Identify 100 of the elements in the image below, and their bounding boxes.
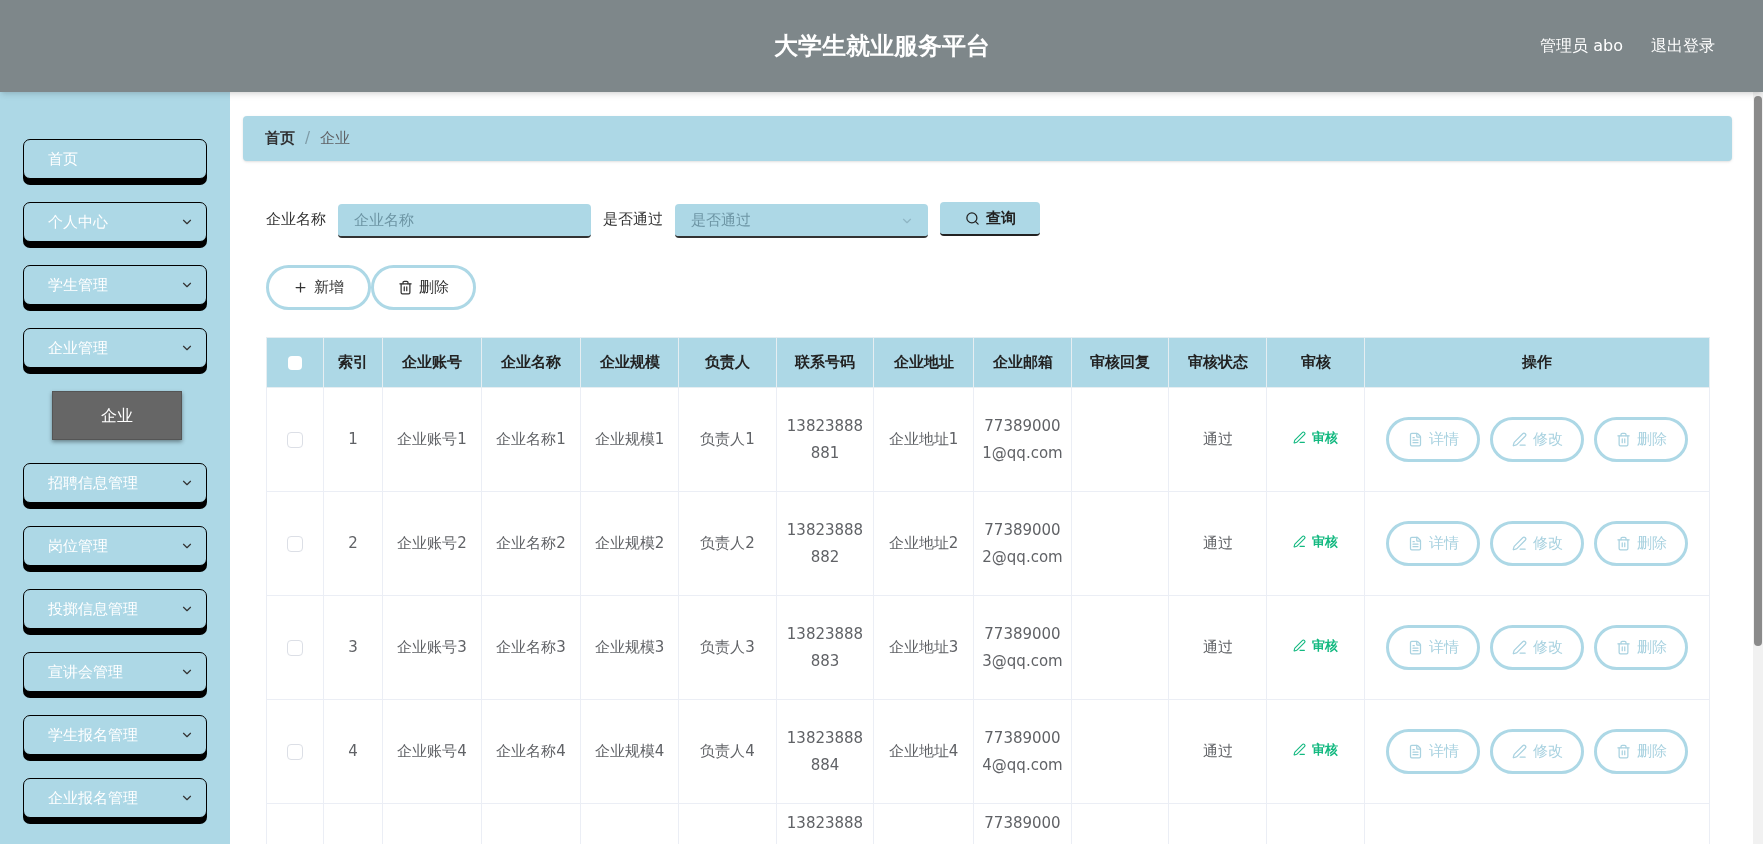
table-cell: 通过 bbox=[1202, 742, 1233, 760]
filter-label: 是否通过 bbox=[603, 208, 663, 230]
input-field[interactable]: 企业名称 bbox=[338, 204, 591, 238]
site-title: 大学生就业服务平台 bbox=[773, 31, 990, 62]
table-cell: 企业名称4 bbox=[496, 742, 566, 760]
table-cell: 13823888883 bbox=[786, 624, 864, 670]
column-header: 操作 bbox=[1364, 337, 1710, 388]
select-all-checkbox[interactable] bbox=[288, 355, 302, 370]
table-cell: 13823888884 bbox=[786, 728, 864, 774]
table-cell: 13823888881 bbox=[786, 416, 864, 462]
delete-button[interactable]: 删除 bbox=[1594, 625, 1688, 670]
column-header: 负责人 bbox=[678, 337, 777, 388]
column-header: 索引 bbox=[323, 337, 383, 388]
detail-button[interactable]: 详情 bbox=[1386, 417, 1480, 462]
pen-icon bbox=[1293, 431, 1306, 445]
table-cell: 77389000 bbox=[984, 814, 1061, 832]
document-icon bbox=[1407, 536, 1423, 551]
column-header: 审核 bbox=[1266, 337, 1365, 388]
table-cell: 企业名称3 bbox=[496, 638, 566, 656]
breadcrumb-link[interactable]: 企业 bbox=[320, 127, 351, 150]
logout-link[interactable]: 退出登录 bbox=[1651, 34, 1715, 58]
table-cell: 企业地址1 bbox=[888, 430, 959, 448]
search-button[interactable]: 查询 bbox=[940, 202, 1040, 236]
document-icon bbox=[1407, 432, 1423, 447]
column-header: 企业账号 bbox=[382, 337, 482, 388]
review-link[interactable]: 审核 bbox=[1293, 532, 1338, 552]
table-cell: 通过 bbox=[1202, 534, 1233, 552]
table-cell: 4 bbox=[348, 742, 358, 760]
trash-icon bbox=[1615, 432, 1631, 447]
delete-button[interactable]: 删除 bbox=[1594, 417, 1688, 462]
document-icon bbox=[1407, 640, 1423, 655]
pen-icon bbox=[1511, 640, 1527, 655]
row-checkbox[interactable] bbox=[287, 431, 303, 448]
table-cell: 773890003@qq.com bbox=[982, 624, 1063, 670]
breadcrumb-link[interactable]: 首页 bbox=[265, 127, 295, 150]
review-link[interactable]: 审核 bbox=[1293, 740, 1338, 760]
column-header: 企业邮箱 bbox=[973, 337, 1072, 388]
table-cell: 负责人4 bbox=[700, 742, 755, 760]
row-checkbox[interactable] bbox=[287, 639, 303, 656]
table-cell: 2 bbox=[348, 534, 358, 552]
delete-button[interactable]: 删除 bbox=[1594, 729, 1688, 774]
table-cell: 通过 bbox=[1202, 430, 1233, 448]
table-cell: 企业账号4 bbox=[397, 742, 467, 760]
pen-icon bbox=[1293, 535, 1306, 549]
row-checkbox[interactable] bbox=[287, 535, 303, 552]
column-header: 联系号码 bbox=[776, 337, 874, 388]
table-cell: 企业地址3 bbox=[888, 638, 959, 656]
table-cell: 773890001@qq.com bbox=[982, 416, 1063, 462]
review-link[interactable]: 审核 bbox=[1293, 428, 1338, 448]
table-cell: 负责人1 bbox=[700, 430, 755, 448]
table-cell: 负责人3 bbox=[700, 638, 755, 656]
edit-button[interactable]: 修改 bbox=[1490, 625, 1584, 670]
detail-button[interactable]: 详情 bbox=[1386, 625, 1480, 670]
pen-icon bbox=[1511, 744, 1527, 759]
breadcrumb-separator: / bbox=[305, 128, 311, 150]
table-cell: 企业地址2 bbox=[888, 534, 959, 552]
table-cell: 13823888 bbox=[786, 814, 864, 832]
edit-button[interactable]: 修改 bbox=[1490, 521, 1584, 566]
user-name: 管理员 abo bbox=[1540, 35, 1623, 57]
row-checkbox[interactable] bbox=[287, 743, 303, 760]
edit-button[interactable]: 修改 bbox=[1490, 729, 1584, 774]
plus-icon bbox=[293, 280, 308, 295]
table-cell: 13823888882 bbox=[786, 520, 864, 566]
trash-icon bbox=[1615, 640, 1631, 655]
pen-icon bbox=[1293, 743, 1306, 757]
pen-icon bbox=[1293, 639, 1306, 653]
column-header: 审核回复 bbox=[1071, 337, 1169, 388]
pen-icon bbox=[1511, 432, 1527, 447]
table-cell: 3 bbox=[348, 638, 358, 656]
table-cell: 企业账号3 bbox=[397, 638, 467, 656]
submenu-item[interactable]: 企业 bbox=[52, 391, 182, 440]
edit-button[interactable]: 修改 bbox=[1490, 417, 1584, 462]
trash-icon bbox=[1615, 744, 1631, 759]
scrollbar-thumb[interactable] bbox=[1754, 96, 1762, 646]
table-cell: 773890004@qq.com bbox=[982, 728, 1063, 774]
trash-icon bbox=[1615, 536, 1631, 551]
delete-button[interactable]: 删除 bbox=[371, 265, 476, 310]
review-link[interactable]: 审核 bbox=[1293, 636, 1338, 656]
filter-label: 企业名称 bbox=[266, 208, 326, 230]
table-cell: 企业规模1 bbox=[594, 430, 665, 448]
table-cell: 负责人2 bbox=[700, 534, 755, 552]
detail-button[interactable]: 详情 bbox=[1386, 521, 1480, 566]
trash-icon bbox=[398, 280, 413, 295]
table-cell: 1 bbox=[348, 430, 358, 448]
table-cell: 企业名称2 bbox=[496, 534, 566, 552]
search-icon bbox=[964, 210, 980, 226]
column-header: 企业规模 bbox=[580, 337, 679, 388]
table-cell: 企业账号1 bbox=[397, 430, 467, 448]
table-cell: 企业地址4 bbox=[888, 742, 959, 760]
pen-icon bbox=[1511, 536, 1527, 551]
table-cell: 企业名称1 bbox=[496, 430, 566, 448]
column-header: 审核状态 bbox=[1168, 337, 1267, 388]
select-field[interactable]: 是否通过 bbox=[675, 204, 928, 238]
table-cell: 通过 bbox=[1202, 638, 1233, 656]
add-button[interactable]: 新增 bbox=[266, 265, 371, 310]
document-icon bbox=[1407, 744, 1423, 759]
delete-button[interactable]: 删除 bbox=[1594, 521, 1688, 566]
table-cell: 773890002@qq.com bbox=[982, 520, 1063, 566]
table-cell: 企业规模4 bbox=[594, 742, 665, 760]
detail-button[interactable]: 详情 bbox=[1386, 729, 1480, 774]
